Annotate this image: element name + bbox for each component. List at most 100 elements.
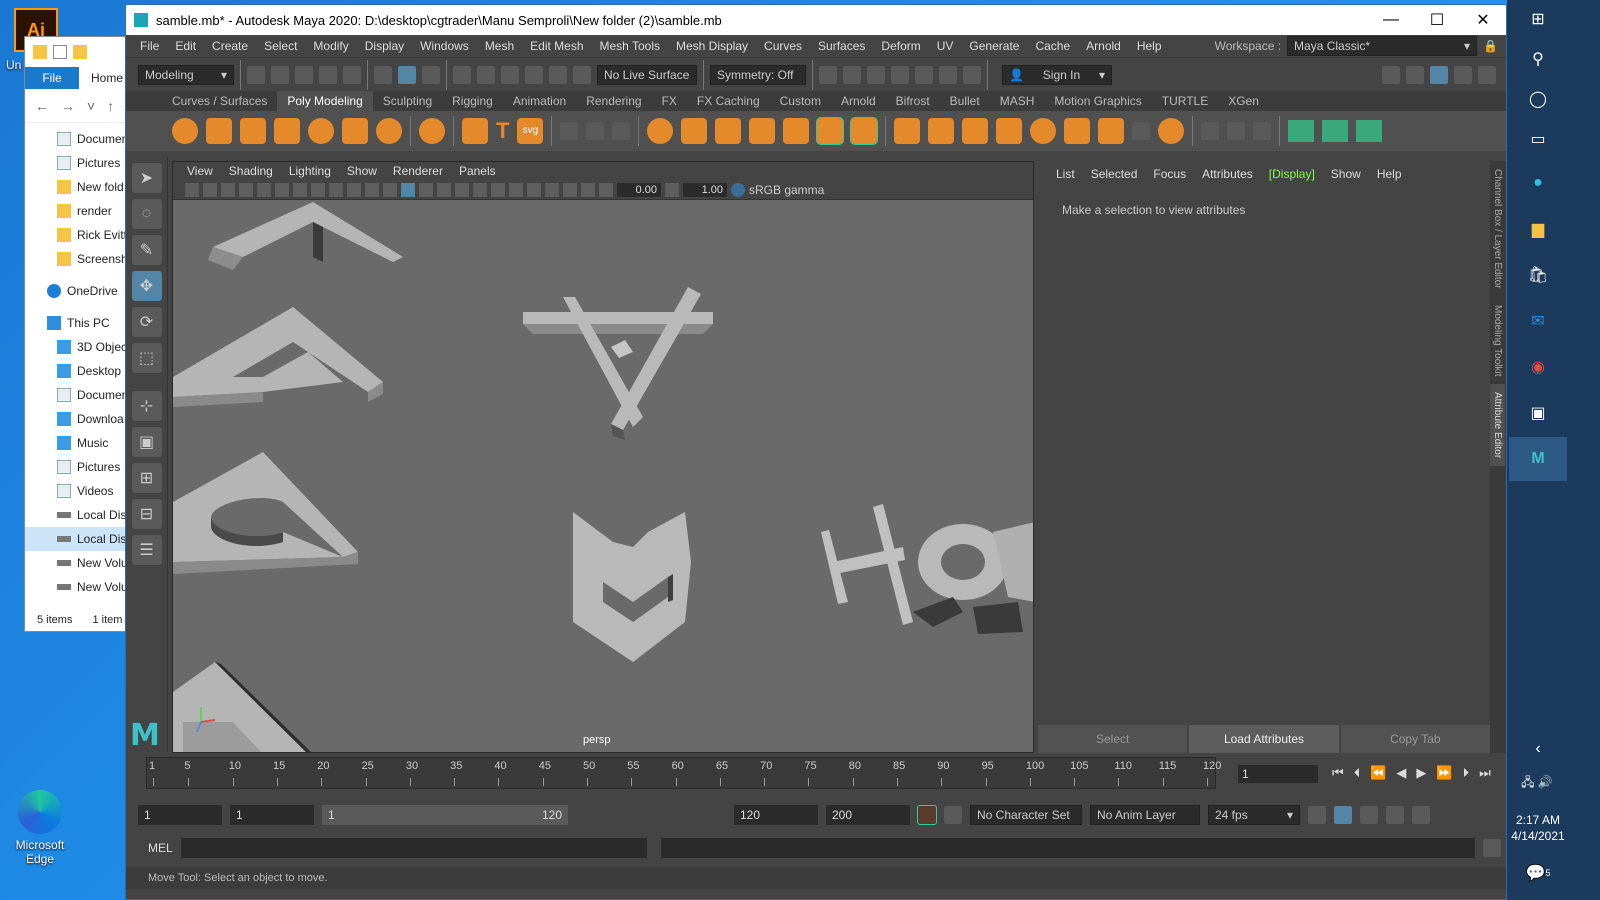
new-folder-icon[interactable] [73,45,87,59]
edge-taskbar-icon[interactable]: ● [1525,170,1551,196]
animation-preferences-icon[interactable] [1412,806,1430,824]
viewport-menu-panels[interactable]: Panels [451,164,504,178]
poly-disc-icon[interactable] [376,118,402,144]
character-controls-icon[interactable] [1406,65,1424,84]
lasso-tool-icon[interactable]: ◌ [131,199,162,229]
motion-blur-icon[interactable] [509,182,523,197]
four-view-layout-icon[interactable]: ⊞ [131,463,162,493]
menu-display[interactable]: Display [357,39,412,53]
network-volume-icons[interactable]: 🖧 🔊 [1515,770,1559,796]
folder-icon[interactable] [33,45,47,59]
menu-help[interactable]: Help [1129,39,1170,53]
exposure-icon[interactable] [599,182,613,197]
nav-item-this-pc[interactable]: This PC [25,311,127,335]
nav-item[interactable]: Screensh [25,247,127,271]
two-pane-layout-icon[interactable]: ⊟ [131,499,162,529]
menu-file[interactable]: File [132,39,167,53]
snap-curve-icon[interactable] [477,65,495,84]
target-weld-icon[interactable] [1158,118,1185,144]
open-scene-icon[interactable] [271,65,289,84]
auto-key-icon[interactable] [917,805,937,825]
attr-menu-show[interactable]: Show [1323,167,1369,181]
boolean-union-icon[interactable] [816,117,845,145]
viewport-scene[interactable] [173,202,1034,753]
live-surface-field[interactable]: No Live Surface [597,64,697,85]
load-attributes-button[interactable]: Load Attributes [1189,725,1339,753]
insert-edge-loop-icon[interactable] [1132,122,1151,140]
snap-vertex-icon[interactable] [573,65,591,84]
redo-icon[interactable] [343,65,361,84]
maya-taskbar-icon[interactable]: M [1525,446,1551,472]
last-tool-icon[interactable]: ⊹ [131,391,162,421]
menu-deform[interactable]: Deform [873,39,928,53]
menu-select[interactable]: Select [256,39,305,53]
playback-speed-icon[interactable] [1386,806,1404,824]
shade-wireframe-icon[interactable] [419,182,433,197]
character-set-dropdown[interactable]: No Character Set [970,805,1082,825]
current-frame-field[interactable]: 1 [1238,765,1318,783]
bridge-icon[interactable] [928,118,955,144]
shelf-tab[interactable]: Motion Graphics [1044,91,1151,111]
menu-create[interactable]: Create [204,39,256,53]
shelf-tab[interactable]: TURTLE [1152,91,1218,111]
shelf-tab[interactable]: Bullet [940,91,990,111]
safe-action-icon[interactable] [365,182,379,197]
hypershade-icon[interactable] [915,65,933,84]
poly-cone-icon[interactable] [274,118,300,144]
file-explorer-taskbar-icon[interactable]: ▆ [1525,216,1551,242]
lights-icon[interactable] [455,182,469,197]
action-center-icon[interactable]: 💬 5 [1525,860,1551,886]
menu-mesh[interactable]: Mesh [477,39,522,53]
system-clock[interactable]: 2:17 AM 4/14/2021 [1507,812,1569,844]
symmetry-dropdown[interactable]: Symmetry: Off [710,64,806,85]
edge-desktop-shortcut[interactable]: Microsoft Edge [10,790,70,866]
ambient-occlusion-icon[interactable] [491,182,505,197]
forward-arrow-icon[interactable]: → [61,98,75,114]
select-button[interactable]: Select [1038,725,1188,753]
attribute-editor-toggle-icon[interactable] [1430,65,1448,84]
smooth-shade-icon[interactable] [401,182,415,197]
menu-windows[interactable]: Windows [412,39,477,53]
shelf-tab[interactable]: Animation [503,91,576,111]
fill-hole-icon[interactable] [996,118,1023,144]
extrude-icon[interactable] [894,118,921,144]
properties-icon[interactable] [53,45,67,59]
select-component-icon[interactable] [422,65,440,84]
channel-box-icon[interactable] [1478,65,1496,84]
play-forward-icon[interactable]: ▶ [1416,765,1426,781]
nav-item[interactable]: Downloa [25,407,127,431]
key-settings-icon[interactable] [944,806,962,824]
type-tool-icon[interactable]: T [496,118,509,144]
snap-view-icon[interactable] [525,65,543,84]
step-forward-key-icon[interactable]: ⏩ [1436,765,1452,781]
bevel-edge-icon[interactable] [1064,118,1091,144]
nav-item[interactable]: render [25,199,127,223]
cortana-icon[interactable]: ◯ [1525,86,1551,112]
shelf-tab[interactable]: Bifrost [886,91,940,111]
gamma-icon[interactable] [665,182,679,197]
poly-cylinder-icon[interactable] [240,118,266,144]
go-to-start-icon[interactable]: ⏮ [1332,765,1344,781]
sound-icon[interactable] [1360,806,1378,824]
ribbon-file-tab[interactable]: File [25,67,79,89]
attr-menu-attributes[interactable]: Attributes [1194,167,1261,181]
viewport-menu-shading[interactable]: Shading [221,164,281,178]
snow-icon[interactable] [612,122,631,140]
menu-set-dropdown[interactable]: Modeling ▾ [138,64,234,85]
attr-menu-display[interactable]: [Display] [1261,167,1323,181]
side-tab-channel-box[interactable]: Channel Box / Layer Editor [1490,161,1505,297]
nav-item[interactable]: Local Disk [25,503,127,527]
nav-item[interactable]: New fold [25,175,127,199]
play-backward-icon[interactable]: ◀ [1396,765,1406,781]
fps-dropdown[interactable]: 24 fps ▾ [1208,805,1300,825]
resolution-gate-icon[interactable] [311,182,325,197]
poly-sphere-icon[interactable] [172,118,198,144]
mirror-icon[interactable] [715,118,742,144]
shelf-tab[interactable]: FX [652,91,687,111]
color-management-icon[interactable] [731,182,745,197]
ribbon-home-tab[interactable]: Home [79,67,123,89]
uv-editor-icon[interactable] [1356,120,1383,142]
snap-grid-icon[interactable] [453,65,471,84]
menu-curves[interactable]: Curves [756,39,810,53]
step-back-frame-icon[interactable]: ⏴ [1354,765,1361,781]
